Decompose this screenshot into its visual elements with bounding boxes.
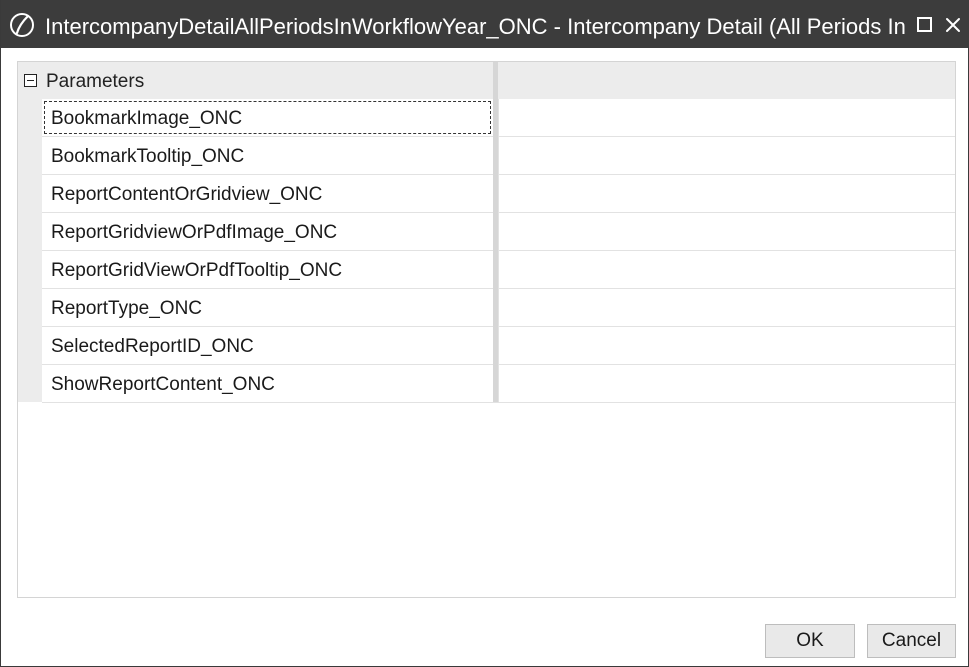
property-value[interactable] bbox=[498, 327, 955, 364]
property-value[interactable] bbox=[498, 213, 955, 250]
property-rows: BookmarkImage_ONC BookmarkTooltip_ONC Re… bbox=[42, 99, 955, 403]
property-name[interactable]: ReportType_ONC bbox=[42, 289, 493, 326]
maximize-icon[interactable] bbox=[915, 15, 935, 35]
property-row[interactable]: ReportGridViewOrPdfTooltip_ONC bbox=[42, 251, 955, 289]
title-bar[interactable]: IntercompanyDetailAllPeriodsInWorkflowYe… bbox=[1, 0, 969, 48]
column-splitter[interactable] bbox=[493, 62, 498, 402]
collapse-minus-icon[interactable] bbox=[24, 74, 37, 87]
window-title: IntercompanyDetailAllPeriodsInWorkflowYe… bbox=[45, 14, 911, 39]
property-row[interactable]: SelectedReportID_ONC bbox=[42, 327, 955, 365]
close-icon[interactable] bbox=[943, 15, 963, 35]
property-row[interactable]: BookmarkImage_ONC bbox=[42, 99, 955, 137]
property-value[interactable] bbox=[498, 137, 955, 174]
property-grid: Parameters BookmarkImage_ONC BookmarkToo… bbox=[17, 61, 956, 598]
category-label: Parameters bbox=[46, 71, 145, 92]
property-value[interactable] bbox=[498, 99, 955, 136]
property-name[interactable]: ReportGridviewOrPdfImage_ONC bbox=[42, 213, 493, 250]
property-value[interactable] bbox=[498, 289, 955, 326]
property-value[interactable] bbox=[498, 251, 955, 288]
property-row[interactable]: ReportContentOrGridview_ONC bbox=[42, 175, 955, 213]
ok-button[interactable]: OK bbox=[765, 624, 855, 658]
grid-gutter bbox=[18, 62, 42, 402]
cancel-button[interactable]: Cancel bbox=[867, 624, 956, 658]
property-name[interactable]: ReportGridViewOrPdfTooltip_ONC bbox=[42, 251, 493, 288]
property-value[interactable] bbox=[498, 365, 955, 402]
property-name[interactable]: BookmarkTooltip_ONC bbox=[42, 137, 493, 174]
property-row[interactable]: ReportType_ONC bbox=[42, 289, 955, 327]
dialog-window: IntercompanyDetailAllPeriodsInWorkflowYe… bbox=[0, 0, 969, 667]
property-value[interactable] bbox=[498, 175, 955, 212]
property-name[interactable]: ReportContentOrGridview_ONC bbox=[42, 175, 493, 212]
property-row[interactable]: BookmarkTooltip_ONC bbox=[42, 137, 955, 175]
onestream-logo-icon bbox=[10, 13, 34, 37]
property-row[interactable]: ReportGridviewOrPdfImage_ONC bbox=[42, 213, 955, 251]
property-row[interactable]: ShowReportContent_ONC bbox=[42, 365, 955, 403]
property-name[interactable]: ShowReportContent_ONC bbox=[42, 365, 493, 402]
property-name[interactable]: SelectedReportID_ONC bbox=[42, 327, 493, 364]
property-name[interactable]: BookmarkImage_ONC bbox=[42, 99, 493, 136]
category-row-parameters[interactable]: Parameters bbox=[18, 62, 955, 99]
